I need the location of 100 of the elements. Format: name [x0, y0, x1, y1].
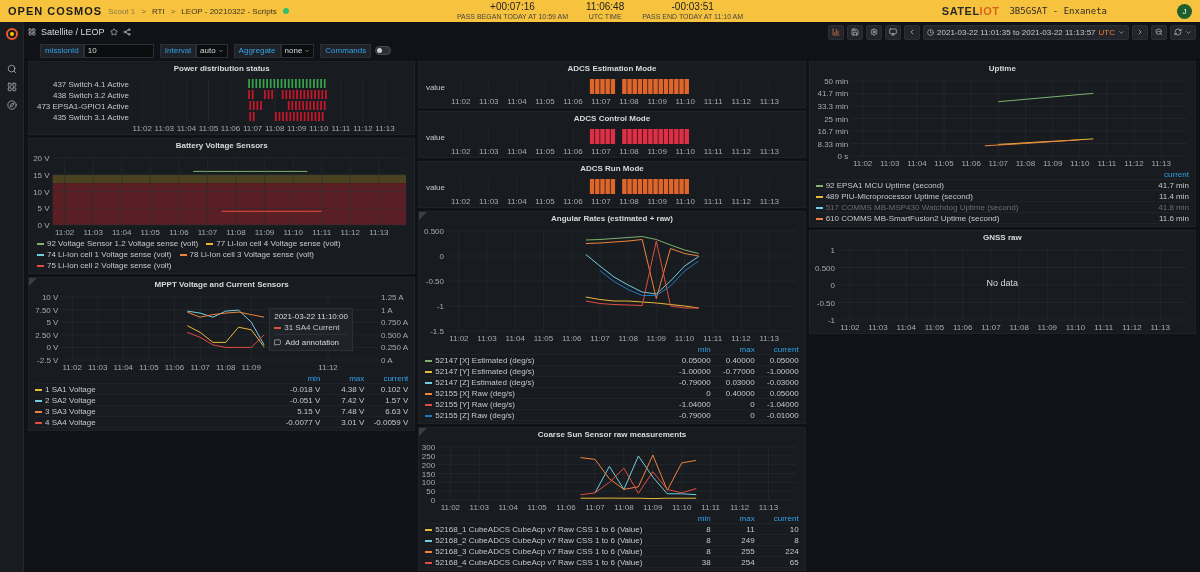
variable-select[interactable]: none — [280, 43, 315, 58]
legend-item[interactable]: 52147 [Z] Estimated (deg/s) — [425, 377, 667, 388]
panel-title[interactable]: ADCS Control Mode — [573, 112, 651, 126]
legend-column-header[interactable]: min — [307, 373, 321, 383]
legend-item[interactable]: 4 SA4 Voltage — [35, 417, 277, 428]
legend-item[interactable]: 2 SA2 Voltage — [35, 395, 277, 406]
axis-label: 11:06 — [169, 228, 189, 237]
panel-title[interactable]: Uptime — [988, 62, 1016, 76]
legend-item[interactable]: 92 Voltage Sensor 1.2 Voltage sense (volt) — [37, 238, 199, 249]
legend-item[interactable]: 52155 [X] Raw (deg/s) — [425, 388, 667, 399]
time-range-picker[interactable]: 2021-03-22 11:01:35 to 2021-03-22 11:13:57 UTC — [923, 24, 1129, 40]
panel-title[interactable]: Power distribution status — [173, 62, 270, 76]
legend-item[interactable]: 489 PIU-Microprocessor Uptime (second) — [815, 191, 1145, 202]
legend-item[interactable]: 52147 [X] Estimated (deg/s) — [425, 355, 667, 366]
panel-title[interactable]: MPPT Voltage and Current Sensors — [154, 278, 289, 292]
timer-value: +00:07:16 — [490, 2, 535, 12]
axis-label: 11:13 — [759, 334, 780, 343]
add-panel-button[interactable] — [828, 24, 845, 40]
axis-label: 11:10 — [675, 197, 696, 206]
legend-item[interactable]: 92 EPSA1 MCU Uptime (second) — [815, 180, 1145, 191]
grid-icon[interactable] — [6, 82, 17, 92]
legend-item[interactable]: 75 Li-Ion cell 2 Voltage sense (volt) — [37, 260, 172, 271]
legend-item[interactable]: 74 Li-Ion cell 1 Voltage sense (volt) — [37, 249, 172, 260]
breadcrumb-link[interactable]: RTI — [151, 6, 165, 16]
axis-label: 16.7 min — [817, 126, 848, 136]
grafana-logo-icon[interactable] — [5, 28, 18, 40]
axis-label: 11:04 — [507, 197, 527, 206]
axis-label: 11:07 — [190, 363, 210, 372]
refresh-button[interactable] — [1170, 24, 1196, 40]
row-label: 438 Switch 3.2 Active — [52, 90, 129, 100]
axis-label: 11:04 — [112, 228, 132, 237]
variable-select[interactable]: auto — [196, 43, 228, 58]
legend-column-header[interactable]: max — [349, 373, 365, 383]
comment-icon — [274, 339, 282, 347]
legend-column-header[interactable]: current — [1164, 169, 1189, 179]
axis-label: 11:11 — [331, 124, 351, 133]
legend-item[interactable]: 52155 [Y] Raw (deg/s) — [425, 399, 667, 410]
panel-title[interactable]: ADCS Run Mode — [580, 162, 644, 176]
legend-value: 8 — [706, 525, 711, 534]
panel-title[interactable]: Coarse Sun Sensor raw measurements — [537, 428, 687, 442]
caret-icon — [1118, 28, 1125, 36]
settings-button[interactable] — [866, 24, 883, 40]
legend-item[interactable]: 517 COMMS MB-MSP430 Watchdog Uptime (second) — [815, 202, 1145, 213]
axis-label: 11:10 — [1065, 323, 1085, 332]
legend-value: -0.0077 V — [285, 418, 321, 427]
dashboard-title[interactable]: Satellite / LEOP — [41, 27, 105, 37]
toggle-switch[interactable] — [375, 46, 392, 55]
axis-label: 0 A — [381, 356, 393, 365]
legend-item[interactable]: 3 SA3 Voltage — [35, 406, 277, 417]
legend-column-header[interactable]: current — [773, 513, 799, 523]
panel-title[interactable]: Angular Rates (estimated + raw) — [550, 212, 673, 226]
zoom-out-button[interactable] — [1151, 24, 1167, 40]
legend-column-header[interactable]: max — [739, 344, 755, 354]
axis-label: 11:13 — [369, 228, 389, 237]
legend-column-header[interactable]: current — [383, 373, 409, 383]
axis-label: 11:09 — [647, 197, 668, 206]
variable-input[interactable]: 10 — [83, 43, 154, 58]
legend-item[interactable]: 77 Li-Ion cell 4 Voltage sense (volt) — [206, 238, 341, 249]
axis-label: 11:11 — [703, 334, 723, 343]
axis-label: 11:07 — [197, 228, 218, 237]
axis-label: 50 — [426, 487, 436, 497]
panel-title[interactable]: ADCS Estimation Mode — [567, 62, 657, 76]
axis-label: 11:04 — [505, 334, 526, 343]
legend-item[interactable]: 52168_2 CubeADCS CubeAcp v7 Raw CSS 1 to 6 (Value) — [425, 535, 667, 546]
axis-label: 11:03 — [479, 97, 499, 106]
legend-column-header[interactable]: current — [773, 344, 799, 354]
add-annotation-button[interactable]: Add annotation — [274, 334, 348, 348]
legend-item[interactable]: 52168_4 CubeADCS CubeAcp v7 Raw CSS 1 to 6 (Value) — [425, 557, 667, 568]
legend-column-header[interactable]: min — [697, 344, 711, 354]
legend-value: -0.01000 — [767, 411, 799, 420]
axis-label: 11:07 — [585, 503, 605, 512]
legend-column-header[interactable]: min — [697, 513, 711, 523]
legend-item[interactable]: 52168_1 CubeADCS CubeAcp v7 Raw CSS 1 to 6 (Value) — [425, 524, 667, 535]
save-button[interactable] — [847, 24, 864, 40]
panel-title[interactable]: GNSS raw — [983, 231, 1022, 245]
axis-label: -0.50 — [816, 298, 835, 308]
axis-label: 150 — [422, 469, 436, 479]
axis-label: 11:10 — [675, 147, 696, 156]
legend-item[interactable]: 52147 [Y] Estimated (deg/s) — [425, 366, 667, 377]
breadcrumb-link[interactable]: LEOP - 20210322 - Scripts — [181, 6, 277, 16]
axis-label: 11:13 — [1151, 159, 1171, 168]
panel-title[interactable]: Battery Voltage Sensors — [175, 139, 268, 153]
legend-item[interactable]: 52168_3 CubeADCS CubeAcp v7 Raw CSS 1 to 6 (Value) — [425, 546, 667, 557]
share-icon[interactable] — [122, 28, 131, 36]
star-icon[interactable] — [109, 28, 118, 36]
legend-item[interactable]: 52155 [Z] Raw (deg/s) — [425, 410, 667, 421]
axis-label: -2.5 V — [37, 356, 59, 365]
axis-label: 11:02 — [451, 147, 471, 156]
axis-label: 11:06 — [556, 503, 577, 512]
legend-item[interactable]: 1 SA1 Voltage — [35, 384, 277, 395]
axis-label: 11:13 — [759, 503, 779, 512]
search-icon[interactable] — [6, 64, 17, 74]
legend-item[interactable]: 610 COMMS MB-SmartFusion2 Uptime (second) — [815, 213, 1145, 224]
tv-mode-button[interactable] — [885, 24, 902, 40]
breadcrumb-separator: > — [141, 6, 146, 16]
compass-icon[interactable] — [6, 100, 17, 110]
legend-item[interactable]: 78 Li-Ion cell 3 Voltage sense (volt) — [179, 249, 315, 260]
legend-column-header[interactable]: max — [739, 513, 755, 523]
user-avatar[interactable]: J — [1177, 3, 1192, 19]
variable-label: Commands — [320, 43, 372, 58]
